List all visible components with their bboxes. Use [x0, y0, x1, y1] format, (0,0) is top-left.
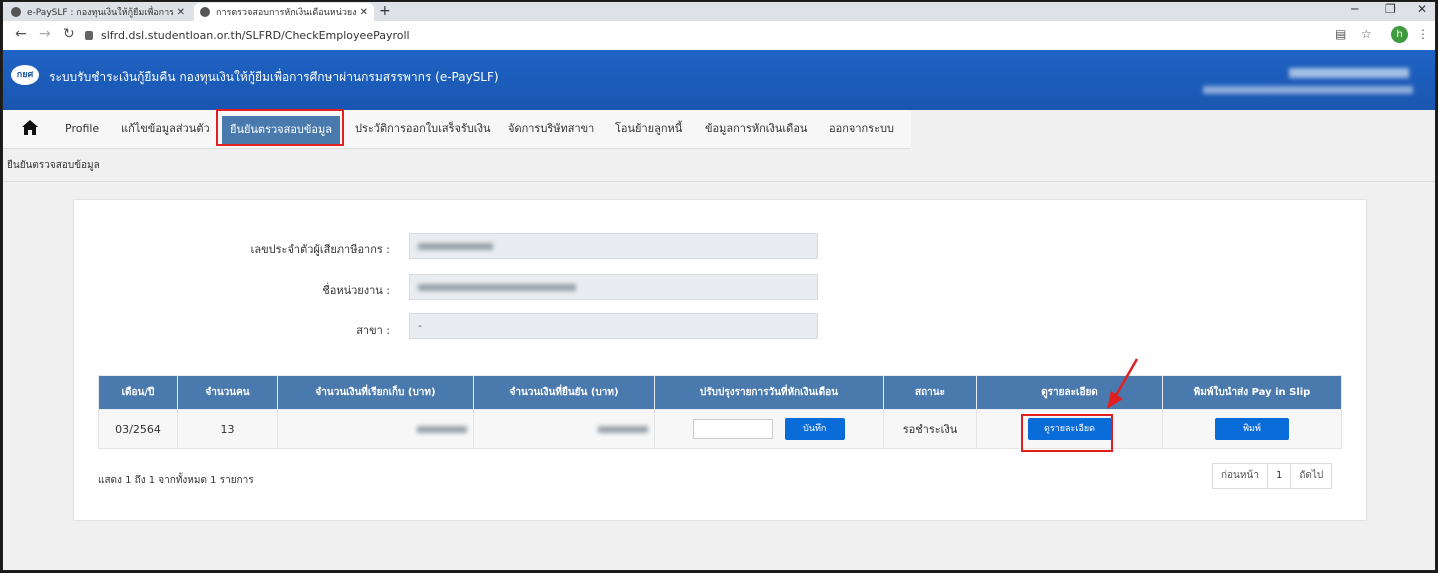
star-icon[interactable]: ☆ [1361, 27, 1372, 41]
globe-icon [200, 7, 210, 17]
adjust-date-input[interactable] [693, 419, 774, 439]
branch-label: สาขา : [356, 324, 390, 337]
pager-prev[interactable]: ก่อนหน้า [1213, 464, 1267, 488]
browser-window: e-PaySLF : กองทุนเงินให้กู้ยืมเพื่อการศึ… [2, 1, 1436, 571]
org-name-label: ชื่อหน่วยงาน : [322, 284, 390, 297]
col-people: จำนวนคน [177, 375, 278, 410]
new-tab-button[interactable]: + [379, 3, 391, 19]
minimize-icon[interactable]: ─ [1351, 2, 1358, 16]
url-field[interactable]: slfrd.dsl.studentloan.or.th/SLFRD/CheckE… [85, 25, 1315, 45]
pagination: ก่อนหน้า 1 ถัดไป [1212, 463, 1333, 489]
cell-month-year: 03/2564 [98, 409, 178, 449]
nav-profile[interactable]: Profile [65, 110, 99, 148]
site-logo: กยศ [11, 65, 39, 85]
nav-logout[interactable]: ออกจากระบบ [829, 110, 894, 148]
translate-icon[interactable]: ▤ [1335, 27, 1346, 41]
table-row: 03/2564 13 บันทึก รอชำระเงิน ดูรายละเอีย… [98, 409, 1342, 449]
tax-id-label: เลขประจำตัวผู้เสียภาษีอากร : [250, 243, 390, 256]
col-month-year: เดือน/ปี [98, 375, 178, 410]
table-summary: แสดง 1 ถึง 1 จากทั้งหมด 1 รายการ [98, 475, 254, 486]
col-billed: จำนวนเงินที่เรียกเก็บ (บาท) [277, 375, 474, 410]
org-name-redacted [418, 283, 576, 291]
breadcrumb: ยืนยันตรวจสอบข้อมูล [7, 160, 100, 171]
print-payin-button[interactable]: พิมพ์ [1215, 418, 1289, 440]
col-payin: พิมพ์ใบนำส่ง Pay in Slip [1162, 375, 1342, 410]
cell-people: 13 [177, 409, 278, 449]
branch-field: - [409, 313, 818, 339]
tab-title: การตรวจสอบการหักเงินเดือนหน่วยงาน [216, 8, 356, 18]
divider [3, 181, 1435, 182]
back-arrow-icon[interactable]: ← [15, 26, 27, 42]
col-status: สถานะ [883, 375, 977, 410]
close-icon[interactable]: ✕ [360, 7, 368, 18]
browser-tab-1[interactable]: e-PaySLF : กองทุนเงินให้กู้ยืมเพื่อการศึ… [5, 3, 191, 21]
col-confirmed: จำนวนเงินที่ยืนยัน (บาท) [473, 375, 655, 410]
site-title: ระบบรับชำระเงินกู้ยืมคืน กองทุนเงินให้กู… [49, 70, 499, 84]
nav-transfer-debtor[interactable]: โอนย้ายลูกหนี้ [615, 110, 682, 148]
site-header: กยศ ระบบรับชำระเงินกู้ยืมคืน กองทุนเงินใ… [3, 50, 1435, 110]
cell-billed [277, 409, 474, 449]
content-card: เลขประจำตัวผู้เสียภาษีอากร : ชื่อหน่วยงา… [73, 199, 1367, 521]
reload-icon[interactable]: ↻ [63, 26, 75, 42]
tax-id-redacted [418, 242, 493, 250]
nav-edit-personal[interactable]: แก้ไขข้อมูลส่วนตัว [121, 110, 210, 148]
globe-icon [11, 7, 21, 17]
menu-dots-icon[interactable]: ⋮ [1417, 27, 1429, 41]
window-close-icon[interactable]: ✕ [1417, 2, 1427, 16]
nav-receipt-history[interactable]: ประวัติการออกใบเสร็จรับเงิน [355, 110, 490, 148]
confirmed-redacted [598, 426, 648, 433]
home-icon[interactable] [21, 119, 39, 137]
nav-highlight-box [216, 109, 344, 146]
cell-status: รอชำระเงิน [883, 409, 977, 449]
browser-tab-2[interactable]: การตรวจสอบการหักเงินเดือนหน่วยงาน ✕ [194, 3, 374, 21]
pager-next[interactable]: ถัดไป [1291, 464, 1331, 488]
pager-current[interactable]: 1 [1266, 464, 1292, 488]
forward-arrow-icon[interactable]: → [39, 26, 51, 42]
save-button[interactable]: บันทึก [784, 418, 845, 440]
url-text: slfrd.dsl.studentloan.or.th/SLFRD/CheckE… [101, 28, 410, 42]
profile-avatar[interactable]: h [1391, 26, 1408, 43]
nav-payroll-deduction[interactable]: ข้อมูลการหักเงินเดือน [705, 110, 807, 148]
address-bar-row: ← → ↻ slfrd.dsl.studentloan.or.th/SLFRD/… [3, 21, 1435, 51]
user-org-redacted [1203, 86, 1413, 94]
main-nav: Profile แก้ไขข้อมูลส่วนตัว ยืนยันตรวจสอบ… [3, 110, 911, 149]
detail-highlight-box [1021, 414, 1113, 452]
payroll-table: เดือน/ปี จำนวนคน จำนวนเงินที่เรียกเก็บ (… [98, 375, 1342, 449]
col-adjust: ปรับปรุงรายการวันที่หักเงินเดือน [654, 375, 884, 410]
red-arrow-icon [1107, 358, 1139, 409]
close-icon[interactable]: ✕ [177, 7, 185, 18]
tax-id-field [409, 233, 818, 259]
tab-title: e-PaySLF : กองทุนเงินให้กู้ยืมเพื่อการศึ [27, 8, 173, 18]
nav-manage-branches[interactable]: จัดการบริษัทสาขา [508, 110, 594, 148]
billed-redacted [417, 426, 467, 433]
tab-strip: e-PaySLF : กองทุนเงินให้กู้ยืมเพื่อการศึ… [3, 2, 1435, 21]
org-name-field [409, 274, 818, 300]
user-name-redacted [1289, 68, 1409, 78]
cell-confirmed [473, 409, 655, 449]
cell-adjust: บันทึก [654, 409, 884, 449]
lock-icon [85, 30, 93, 40]
cell-payin: พิมพ์ [1162, 409, 1342, 449]
restore-icon[interactable]: ❐ [1385, 2, 1396, 16]
